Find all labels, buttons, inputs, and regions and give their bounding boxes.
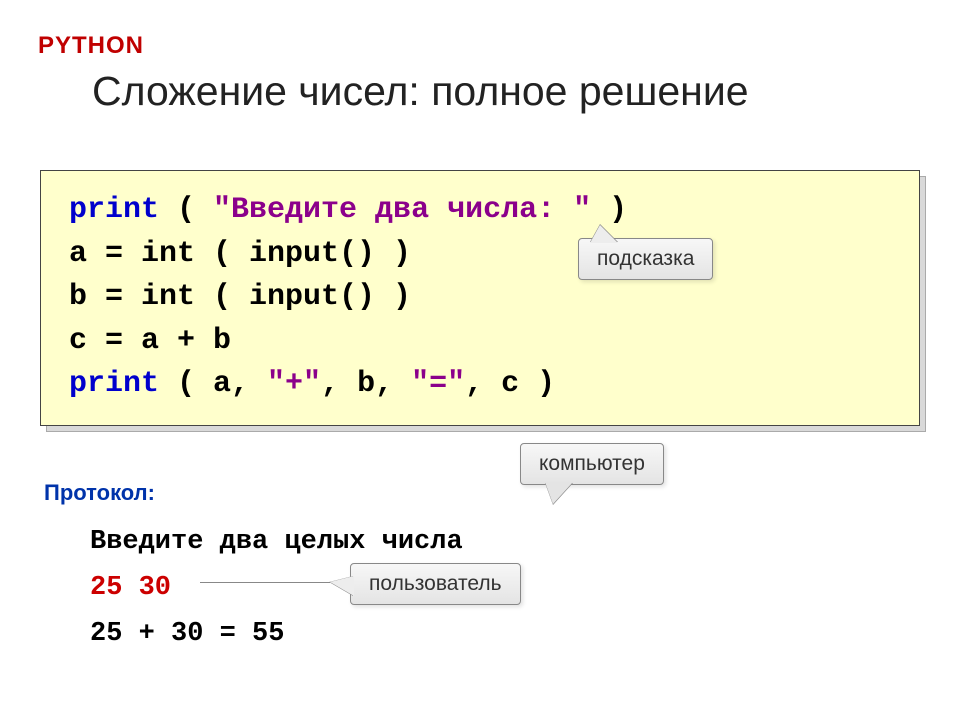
callout-user: пользователь [350, 563, 521, 605]
protocol-line-3: 25 + 30 = 55 [90, 612, 463, 658]
code-line-1: print ( "Введите два числа: " ) [69, 189, 891, 233]
code-line-4: c = a + b [69, 320, 891, 364]
callout-hint-tail [590, 225, 618, 243]
string-literal: "=" [411, 367, 465, 401]
code-text: , b, [321, 367, 411, 401]
keyword-print: print [69, 367, 159, 401]
slide-title: Сложение чисел: полное решение [92, 68, 749, 115]
language-label: PYTHON [38, 32, 144, 60]
code-text: ( a, [159, 367, 267, 401]
code-line-2: a = int ( input() ) [69, 233, 891, 277]
code-block: print ( "Введите два числа: " ) a = int … [40, 170, 920, 426]
callout-user-tail [330, 576, 354, 596]
protocol-line-1: Введите два целых числа [90, 520, 463, 566]
callout-hint: подсказка [578, 238, 713, 280]
string-literal: "Введите два числа: " [213, 193, 591, 227]
code-line-3: b = int ( input() ) [69, 276, 891, 320]
code-text: ) [591, 193, 627, 227]
code-line-5: print ( a, "+", b, "=", c ) [69, 363, 891, 407]
callout-computer: компьютер [520, 443, 664, 485]
code-text: ( [159, 193, 213, 227]
protocol-label: Протокол: [44, 480, 155, 506]
string-literal: "+" [267, 367, 321, 401]
code-block-container: print ( "Введите два числа: " ) a = int … [40, 170, 920, 426]
keyword-print: print [69, 193, 159, 227]
connector-line [200, 582, 330, 583]
code-text: , c ) [465, 367, 555, 401]
callout-computer-tail [545, 482, 573, 504]
